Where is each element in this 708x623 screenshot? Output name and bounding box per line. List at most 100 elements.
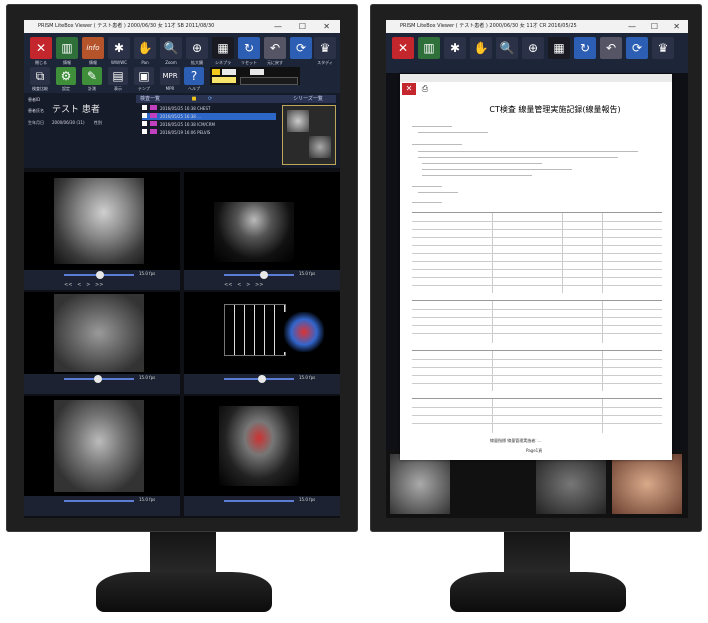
birth-value: 2000/06/30 (11) <box>52 120 85 125</box>
fps-readout: 15.0 fps <box>139 271 156 276</box>
toolbar-label-reset: リセット <box>241 60 257 65</box>
dose-table-3 <box>412 350 662 391</box>
toolbar-label-wwwc: WW/WC <box>110 60 127 65</box>
minimize-button[interactable]: — <box>274 20 282 33</box>
report-title: CT検査 線量管理実施記録(線量報告) <box>489 105 621 114</box>
study-row-text: 2016/05/25 16:38 ... <box>160 114 201 119</box>
right-titlebar: PRISM LiteBox Viewer ( テスト患者 ) 2000/06/3… <box>386 20 688 33</box>
close-icon[interactable]: ✕ <box>392 37 414 59</box>
sun-icon[interactable]: ✱ <box>108 37 130 59</box>
viewport-bottom-right[interactable] <box>184 396 340 496</box>
series-thumbnail[interactable] <box>282 105 336 165</box>
ruler-icon[interactable]: ✎ <box>82 67 102 85</box>
maximize-button[interactable]: ☐ <box>651 20 658 33</box>
study-row[interactable]: 2016/05/25 16:38 ICM/CRM <box>142 121 276 128</box>
report-close-icon[interactable]: ✕ <box>402 83 416 95</box>
sex-label: 性別 <box>94 120 102 125</box>
playback-controls-right[interactable]: 15.0 fps << < > >> <box>184 270 340 290</box>
rotate-icon[interactable]: ⟳ <box>290 37 312 59</box>
info-icon[interactable]: info <box>82 37 104 59</box>
printer-icon[interactable]: ⎙ <box>418 83 432 95</box>
zoom-icon[interactable]: 🔍 <box>496 37 518 59</box>
playback-controls-left[interactable]: 15.0 fps << < > >> <box>24 270 180 290</box>
toolbar-label-zoom: Zoom <box>165 60 177 65</box>
close-window-button[interactable]: ✕ <box>673 20 680 33</box>
left-stand-base <box>96 572 272 612</box>
toolbar-label-close: 閉じる <box>35 60 47 65</box>
viewport-bottom-left[interactable] <box>24 396 180 496</box>
fps-readout: 15.0 fps <box>299 497 316 502</box>
fps-readout: 15.0 fps <box>299 271 316 276</box>
minimize-button[interactable]: — <box>628 20 636 33</box>
study-row[interactable]: 2016/05/25 16:38 CHEST <box>142 105 276 112</box>
playback-controls-left-3[interactable]: 15.0 fps <box>24 496 180 516</box>
right-toolbar: ✕ ▥ ✱ ✋ 🔍 ⊕ ▦ ↻ ↶ ⟳ ♛ <box>386 33 688 73</box>
dose-table-4 <box>412 398 662 433</box>
playback-controls-right-3[interactable]: 15.0 fps <box>184 496 340 516</box>
grid-icon[interactable]: ▥ <box>56 37 78 59</box>
mpr-icon[interactable]: MPR <box>160 67 180 85</box>
transport-buttons[interactable]: << < > >> <box>224 282 263 288</box>
background-images <box>386 450 688 518</box>
patient-name-value: テスト 患者 <box>52 105 100 115</box>
cine-icon[interactable]: ▦ <box>548 37 570 59</box>
color-selector[interactable] <box>210 67 300 85</box>
grid-icon[interactable]: ▥ <box>418 37 440 59</box>
close-icon[interactable]: ✕ <box>30 37 52 59</box>
fps-readout: 15.0 fps <box>299 375 316 380</box>
rotate-icon[interactable]: ⟳ <box>626 37 648 59</box>
hand-icon[interactable]: ✋ <box>470 37 492 59</box>
help-icon[interactable]: ? <box>184 67 204 85</box>
fps-readout: 15.0 fps <box>139 497 156 502</box>
viewport-mid-right[interactable] <box>184 292 340 374</box>
toolbar2-label-settings: 設定 <box>62 86 70 91</box>
report-window-titlebar <box>400 74 672 82</box>
close-window-button[interactable]: ✕ <box>323 20 330 33</box>
window-title: PRISM LiteBox Viewer ( テスト患者 ) 2000/06/3… <box>38 23 215 29</box>
viewport-top-right[interactable] <box>184 172 340 270</box>
magnifier-icon[interactable]: ⊕ <box>522 37 544 59</box>
birth-label: 生年月日 <box>28 120 44 125</box>
transport-buttons[interactable]: << < > >> <box>64 282 103 288</box>
template-icon[interactable]: ▣ <box>134 67 154 85</box>
viewport-mid-left[interactable] <box>24 292 180 374</box>
compare-icon[interactable]: ⧉ <box>30 67 50 85</box>
study-row-text: 2016/05/25 16:38 CHEST <box>160 106 211 111</box>
cine-icon[interactable]: ▦ <box>212 37 234 59</box>
undo-icon[interactable]: ↶ <box>264 37 286 59</box>
zoom-icon[interactable]: 🔍 <box>160 37 182 59</box>
page-number: Page1頁 <box>526 448 543 453</box>
playback-controls-right-2[interactable]: 15.0 fps <box>184 374 340 394</box>
toolbar2-label-compare: 検査比較 <box>32 86 48 91</box>
study-row[interactable]: 2016/05/19 16:06 PELVIS <box>142 129 276 136</box>
right-stand-base <box>450 572 626 612</box>
gear-icon[interactable]: ⚙ <box>56 67 76 85</box>
toolbar-label-grid: 情報 <box>63 60 71 65</box>
sun-icon[interactable]: ✱ <box>444 37 466 59</box>
report-footnote: 線量指標 線量管理実施者: ... <box>490 438 542 443</box>
patient-panel: 患者ID 患者氏名 テスト 患者 生年月日 2000/06/30 (11) 性別… <box>24 93 340 168</box>
series-list-header: シリーズ一覧 <box>280 95 336 103</box>
reset-icon[interactable]: ↻ <box>574 37 596 59</box>
toolbar-label-magnifier: 拡大鏡 <box>191 60 203 65</box>
maximize-button[interactable]: ☐ <box>299 20 306 33</box>
study-icon[interactable]: ♛ <box>314 37 336 59</box>
left-stand-neck <box>150 532 216 576</box>
display-icon[interactable]: ▤ <box>108 67 128 85</box>
playback-controls-left-2[interactable]: 15.0 fps <box>24 374 180 394</box>
right-window-title: PRISM LiteBox Viewer ( テスト患者 ) 2000/06/3… <box>400 23 577 29</box>
viewport-top-left[interactable] <box>24 172 180 270</box>
study-row-selected[interactable]: 2016/05/25 16:38 ... <box>142 113 276 120</box>
dose-table-2 <box>412 300 662 343</box>
study-row-text: 2016/05/19 16:06 PELVIS <box>160 130 211 135</box>
toolbar2-label-mpr: MPR <box>165 86 175 91</box>
hand-icon[interactable]: ✋ <box>134 37 156 59</box>
study-icon[interactable]: ♛ <box>652 37 674 59</box>
toolbar-label-undo: 元に戻す <box>267 60 283 65</box>
magnifier-icon[interactable]: ⊕ <box>186 37 208 59</box>
report-window[interactable]: ✕ ⎙ CT検査 線量管理実施記録(線量報告) 線量指標 線量管理実施者: ..… <box>400 74 672 460</box>
study-list-title: 検査一覧 <box>140 96 161 102</box>
dose-table-1 <box>412 212 662 293</box>
undo-icon[interactable]: ↶ <box>600 37 622 59</box>
reset-icon[interactable]: ↻ <box>238 37 260 59</box>
